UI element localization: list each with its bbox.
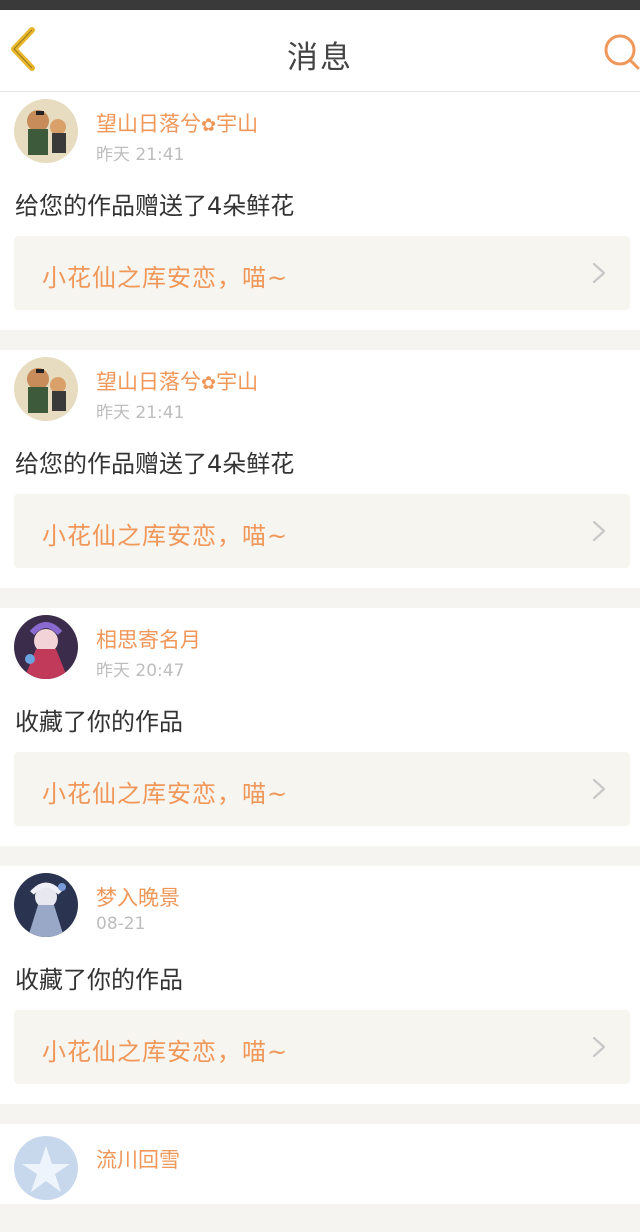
work-title: 小花仙之库安恋，喵~ (42, 522, 289, 550)
work-link[interactable]: 小花仙之库安恋，喵~ (14, 236, 630, 310)
chevron-right-icon (592, 520, 606, 542)
action-text: 给您的作品赠送了4朵鲜花 (15, 192, 295, 220)
user-name[interactable]: 望山日落兮✿宇山 (96, 366, 258, 396)
flower-icon: ✿ (201, 115, 217, 136)
avatar[interactable] (14, 357, 78, 421)
timestamp: 昨天 20:47 (96, 661, 185, 681)
search-button[interactable] (600, 32, 640, 72)
message-card[interactable]: 望山日落兮✿宇山 昨天 21:41 给您的作品赠送了4朵鲜花 小花仙之库安恋，喵… (0, 92, 640, 330)
message-list: 望山日落兮✿宇山 昨天 21:41 给您的作品赠送了4朵鲜花 小花仙之库安恋，喵… (0, 92, 640, 1204)
avatar[interactable] (14, 99, 78, 163)
flower-icon: ✿ (201, 373, 217, 394)
search-icon (604, 34, 640, 70)
avatar[interactable] (14, 1136, 78, 1200)
page-title: 消息 (287, 40, 353, 76)
work-title: 小花仙之库安恋，喵~ (42, 264, 289, 292)
status-bar (0, 0, 640, 10)
message-card[interactable]: 流川回雪 (0, 1124, 640, 1204)
work-link[interactable]: 小花仙之库安恋，喵~ (14, 494, 630, 568)
user-name[interactable]: 相思寄名月 (96, 624, 201, 654)
action-text: 收藏了你的作品 (15, 966, 183, 994)
message-card[interactable]: 相思寄名月 昨天 20:47 收藏了你的作品 小花仙之库安恋，喵~ (0, 608, 640, 846)
message-card[interactable]: 望山日落兮✿宇山 昨天 21:41 给您的作品赠送了4朵鲜花 小花仙之库安恋，喵… (0, 350, 640, 588)
action-text: 给您的作品赠送了4朵鲜花 (15, 450, 295, 478)
nav-header: 消息 (0, 10, 640, 92)
timestamp: 昨天 21:41 (96, 145, 185, 165)
timestamp: 08-21 (96, 914, 146, 934)
chevron-right-icon (592, 1036, 606, 1058)
avatar[interactable] (14, 873, 78, 937)
work-link[interactable]: 小花仙之库安恋，喵~ (14, 752, 630, 826)
chevron-right-icon (592, 262, 606, 284)
timestamp: 昨天 21:41 (96, 403, 185, 423)
work-title: 小花仙之库安恋，喵~ (42, 1038, 289, 1066)
chevron-right-icon (592, 778, 606, 800)
user-name[interactable]: 流川回雪 (96, 1144, 180, 1174)
message-card[interactable]: 梦入晚景 08-21 收藏了你的作品 小花仙之库安恋，喵~ (0, 866, 640, 1104)
work-link[interactable]: 小花仙之库安恋，喵~ (14, 1010, 630, 1084)
avatar[interactable] (14, 615, 78, 679)
action-text: 收藏了你的作品 (15, 708, 183, 736)
user-name[interactable]: 梦入晚景 (96, 882, 180, 912)
work-title: 小花仙之库安恋，喵~ (42, 780, 289, 808)
user-name[interactable]: 望山日落兮✿宇山 (96, 108, 258, 138)
